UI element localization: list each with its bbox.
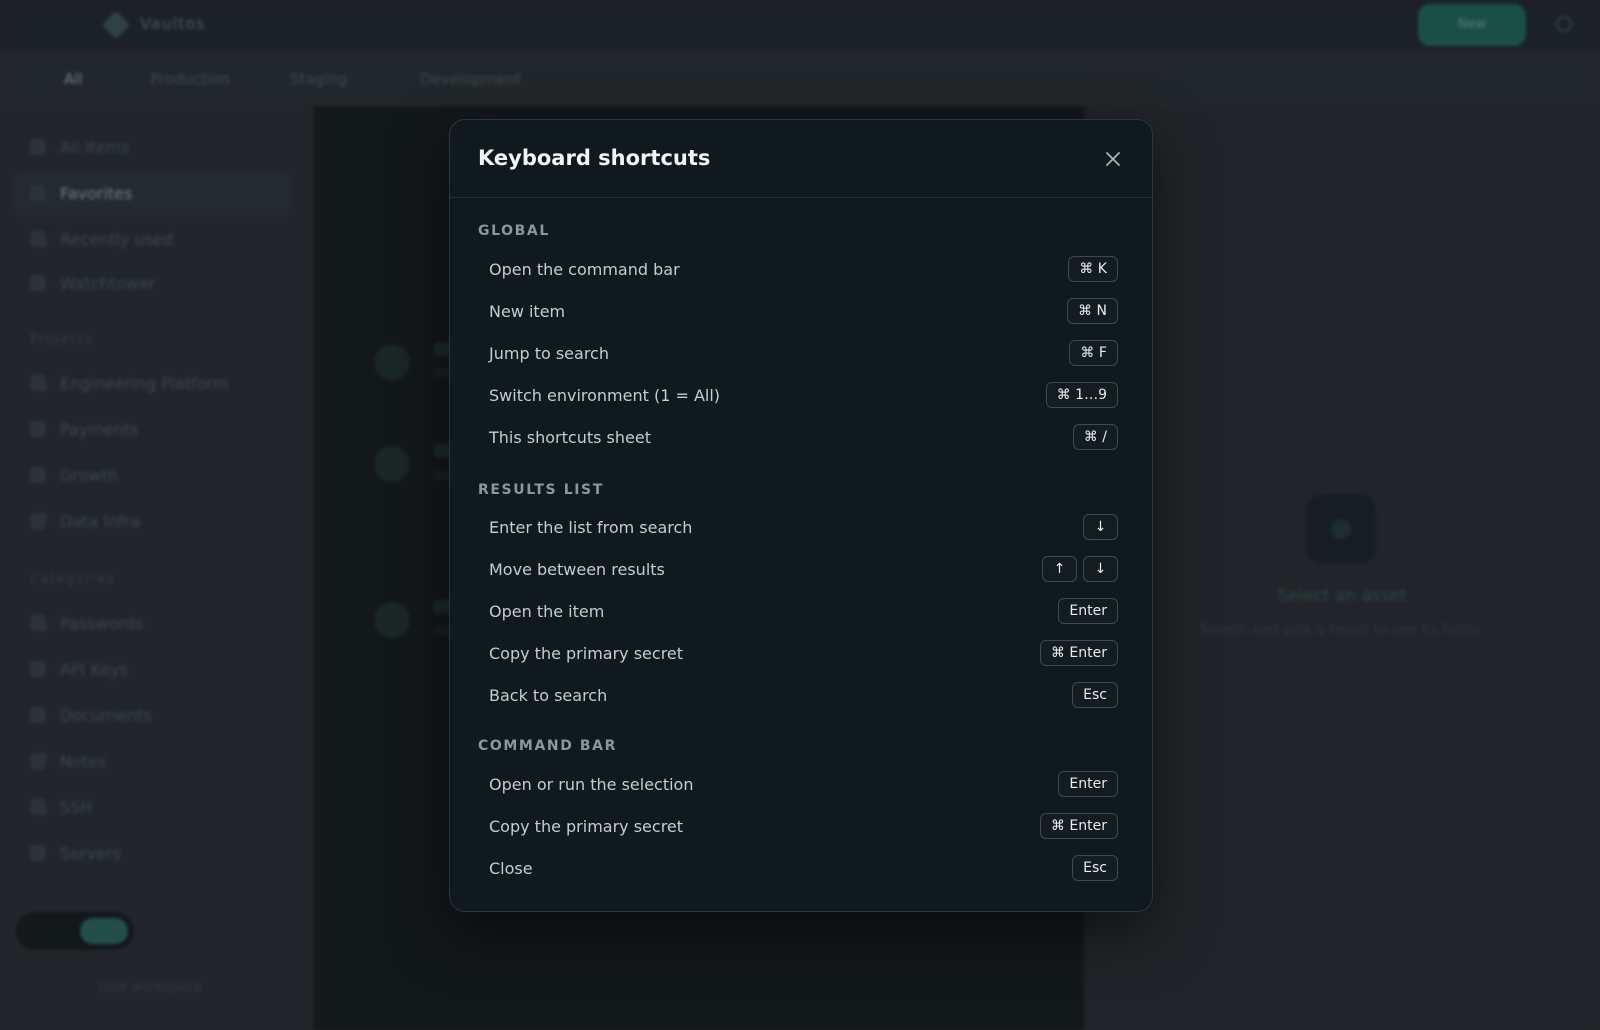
shortcut-row: Switch environment (1 = All) ⌘ 1…9: [478, 374, 1118, 416]
key-cap: ⌘ N: [1067, 298, 1118, 324]
shortcut-row: Move between results ↑ ↓: [478, 548, 1118, 590]
shortcut-row: Open the item Enter: [478, 590, 1118, 632]
shortcut-keys: ⌘ Enter: [1039, 640, 1118, 666]
shortcut-row: Open or run the selection Enter: [478, 763, 1118, 805]
shortcut-label: Open the item: [489, 601, 605, 621]
shortcut-label: Switch environment (1 = All): [489, 385, 721, 405]
shortcut-row: New item ⌘ N: [478, 290, 1118, 332]
shortcut-label: New item: [489, 301, 566, 321]
shortcut-label: Copy the primary secret: [489, 816, 684, 836]
section-title-command-bar: COMMAND BAR: [478, 738, 617, 754]
shortcut-row: Close Esc: [478, 847, 1118, 889]
key-cap: ⌘ 1…9: [1045, 382, 1118, 408]
shortcut-label: Close: [489, 858, 533, 878]
shortcut-row: Copy the primary secret ⌘ Enter: [478, 632, 1118, 674]
section-title-global: GLOBAL: [478, 223, 550, 239]
key-cap: ⌘ Enter: [1039, 640, 1118, 666]
shortcut-row: Enter the list from search ↓: [478, 506, 1118, 548]
shortcut-keys: ⌘ K: [1068, 256, 1118, 282]
arrow-up-key: ↑: [1042, 556, 1077, 582]
dialog-title: Keyboard shortcuts: [478, 146, 711, 170]
shortcut-row: Back to search Esc: [478, 674, 1118, 716]
key-cap: ⌘ F: [1069, 340, 1118, 366]
shortcut-keys: Esc: [1072, 682, 1118, 708]
key-cap: Enter: [1058, 598, 1118, 624]
shortcut-keys: Enter: [1058, 598, 1118, 624]
key-cap: ⌘ Enter: [1039, 813, 1118, 839]
key-cap: Esc: [1072, 855, 1118, 881]
arrow-down-key: ↓: [1083, 514, 1118, 540]
shortcut-row: This shortcuts sheet ⌘ /: [478, 416, 1118, 458]
shortcut-label: Open or run the selection: [489, 774, 694, 794]
key-cap: Enter: [1058, 771, 1118, 797]
shortcut-keys: ↑ ↓: [1042, 556, 1118, 582]
shortcut-label: Open the command bar: [489, 259, 680, 279]
shortcut-keys: Esc: [1072, 855, 1118, 881]
shortcut-keys: Enter: [1058, 771, 1118, 797]
key-cap: Esc: [1072, 682, 1118, 708]
key-cap: ⌘ K: [1068, 256, 1118, 282]
close-button[interactable]: [1102, 148, 1124, 170]
shortcut-label: This shortcuts sheet: [489, 427, 651, 447]
key-cap: ⌘ /: [1072, 424, 1118, 450]
shortcut-row: Jump to search ⌘ F: [478, 332, 1118, 374]
shortcut-label: Enter the list from search: [489, 517, 693, 537]
shortcuts-dialog: Keyboard shortcuts GLOBAL Open the comma…: [449, 119, 1153, 912]
close-icon: [1106, 152, 1120, 166]
shortcut-label: Back to search: [489, 685, 608, 705]
dialog-header: Keyboard shortcuts: [450, 120, 1152, 198]
section-title-results-list: RESULTS LIST: [478, 482, 604, 498]
shortcut-keys: ↓: [1083, 514, 1118, 540]
shortcut-row: Open the command bar ⌘ K: [478, 248, 1118, 290]
shortcut-label: Jump to search: [489, 343, 609, 363]
shortcut-keys: ⌘ F: [1069, 340, 1118, 366]
shortcut-keys: ⌘ /: [1072, 424, 1118, 450]
shortcut-keys: ⌘ Enter: [1039, 813, 1118, 839]
shortcut-keys: ⌘ 1…9: [1045, 382, 1118, 408]
shortcut-label: Copy the primary secret: [489, 643, 684, 663]
arrow-down-key: ↓: [1083, 556, 1118, 582]
shortcut-label: Move between results: [489, 559, 665, 579]
shortcut-keys: ⌘ N: [1067, 298, 1118, 324]
shortcut-row: Copy the primary secret ⌘ Enter: [478, 805, 1118, 847]
